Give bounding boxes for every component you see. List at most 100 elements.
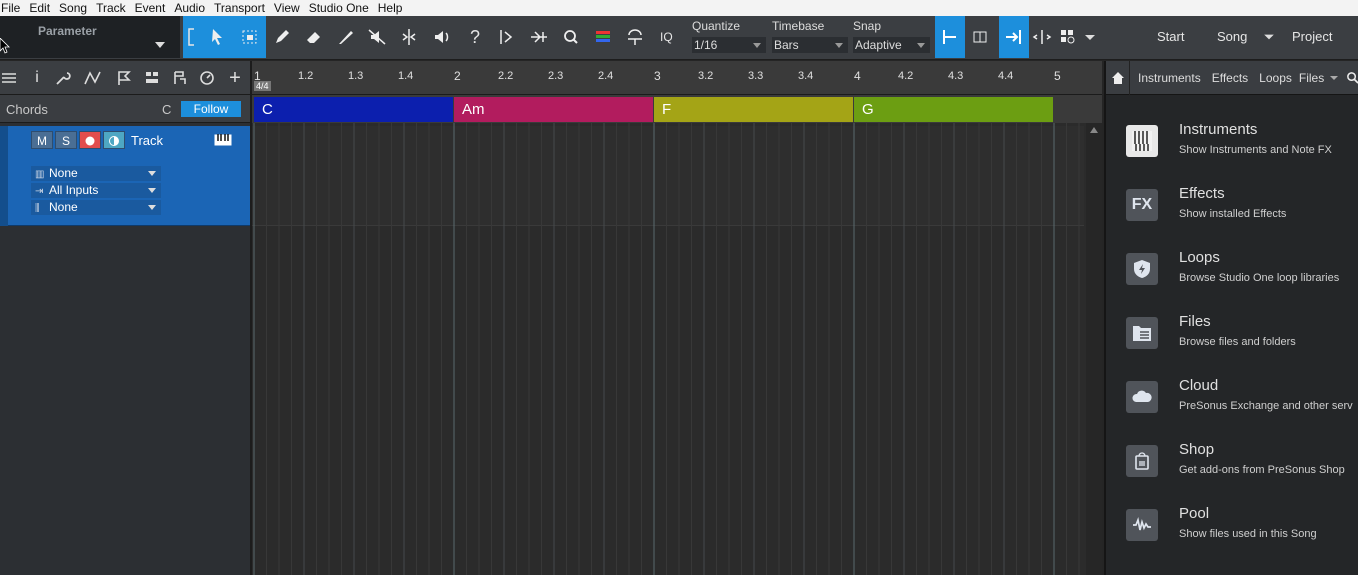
- piano-icon: [1126, 125, 1158, 157]
- wrench-icon[interactable]: [54, 69, 72, 87]
- menu-edit[interactable]: Edit: [23, 0, 50, 16]
- home-icon[interactable]: [1106, 60, 1130, 95]
- browser-item-subtitle: Show installed Effects: [1179, 208, 1287, 220]
- key-label[interactable]: C: [162, 102, 171, 117]
- autoscroll-button[interactable]: [999, 16, 1029, 58]
- browser-item-shop[interactable]: Shop Get add-ons from PreSonus Shop: [1106, 437, 1358, 501]
- ruler-tick: 4.2: [898, 70, 914, 82]
- bend-icon[interactable]: [526, 24, 552, 50]
- chord-track-icon[interactable]: [170, 69, 188, 87]
- scroll-up-icon[interactable]: [1090, 127, 1098, 133]
- monitor-button[interactable]: [103, 131, 125, 149]
- tab-effects[interactable]: Effects: [1212, 71, 1248, 85]
- menu-track[interactable]: Track: [90, 0, 126, 16]
- pencil-icon[interactable]: [269, 24, 295, 50]
- tempo-icon[interactable]: [198, 69, 216, 87]
- snap-grid-button[interactable]: [935, 16, 965, 58]
- shop-icon: [1126, 445, 1158, 477]
- browser-item-pool[interactable]: Pool Show files used in this Song: [1106, 501, 1358, 565]
- record-button[interactable]: [79, 131, 101, 149]
- chevron-down-icon[interactable]: [155, 42, 165, 48]
- transient-icon[interactable]: [494, 24, 520, 50]
- output-select[interactable]: ⫼ None: [31, 200, 161, 215]
- browser-item-instruments[interactable]: Instruments Show Instruments and Note FX: [1106, 117, 1358, 181]
- speaker-icon[interactable]: [429, 24, 455, 50]
- menu-studio-one[interactable]: Studio One: [303, 0, 369, 16]
- timebase-select[interactable]: Bars: [772, 37, 848, 53]
- chevron-down-icon[interactable]: [1329, 73, 1339, 83]
- tab-loops[interactable]: Loops: [1259, 71, 1292, 85]
- tab-files[interactable]: Files: [1299, 71, 1324, 85]
- browser-item-effects[interactable]: FX Effects Show installed Effects: [1106, 181, 1358, 245]
- paint-tool-icon[interactable]: [333, 24, 359, 50]
- layout-grid-icon[interactable]: [1055, 24, 1081, 50]
- mute-tool-icon[interactable]: [364, 24, 390, 50]
- menu-audio[interactable]: Audio: [168, 0, 205, 16]
- menu-view[interactable]: View: [268, 0, 300, 16]
- chords-label: Chords: [6, 102, 48, 117]
- chevron-down-icon[interactable]: [1080, 24, 1100, 50]
- split-tool-icon[interactable]: [396, 24, 422, 50]
- instrument-select[interactable]: ▥ None: [31, 166, 161, 181]
- chord-track-lane[interactable]: C Am F G: [252, 95, 1102, 123]
- keyboard-icon: [214, 134, 232, 146]
- browser-item-cloud[interactable]: Cloud PreSonus Exchange and other serv: [1106, 373, 1358, 437]
- search-icon[interactable]: [1346, 71, 1358, 84]
- parameter-field[interactable]: Parameter: [0, 16, 180, 58]
- browser-item-title: Pool: [1179, 505, 1210, 522]
- ruler-tick: 3.2: [698, 70, 714, 82]
- split-view-icon[interactable]: [1029, 24, 1055, 50]
- browser-item-loops[interactable]: Loops Browse Studio One loop libraries: [1106, 245, 1358, 309]
- menu-song[interactable]: Song: [53, 0, 87, 16]
- song-button[interactable]: Song: [1217, 24, 1247, 50]
- menu-event[interactable]: Event: [129, 0, 166, 16]
- cloud-icon: [1126, 381, 1158, 413]
- track-name[interactable]: Track: [131, 133, 163, 148]
- listen-icon[interactable]: [622, 24, 648, 50]
- mouse-cursor-icon: [0, 38, 10, 54]
- menu-help[interactable]: Help: [372, 0, 403, 16]
- vertical-scrollbar[interactable]: [1086, 123, 1102, 575]
- browser-item-title: Effects: [1179, 185, 1225, 202]
- chord-region-am[interactable]: Am: [454, 97, 653, 122]
- chord-region-c[interactable]: C: [254, 97, 453, 122]
- browser-item-subtitle: PreSonus Exchange and other serv: [1179, 400, 1353, 412]
- arrow-tool-icon[interactable]: [204, 24, 230, 50]
- browser-item-files[interactable]: Files Browse files and folders: [1106, 309, 1358, 373]
- follow-button[interactable]: Follow: [181, 101, 241, 117]
- automation-icon[interactable]: [84, 69, 102, 87]
- arranger-icon[interactable]: [143, 69, 161, 87]
- quantize-select[interactable]: 1/16: [692, 37, 766, 53]
- browser-item-title: Instruments: [1179, 121, 1258, 138]
- tab-instruments[interactable]: Instruments: [1138, 71, 1201, 85]
- input-select[interactable]: ⇥ All Inputs: [31, 183, 161, 198]
- track-header[interactable]: M S Track ▥ None ⇥ All Inputs ⫼ None: [0, 126, 250, 226]
- help-icon[interactable]: ?: [462, 24, 488, 50]
- solo-button[interactable]: S: [55, 131, 77, 149]
- color-icon[interactable]: [590, 24, 616, 50]
- range-tool-icon[interactable]: [237, 24, 263, 50]
- timeline-ruler[interactable]: 4/4 1 1.2 1.3 1.4 2 2.2 2.3 2.4 3 3.2 3.3 3.4 4 4.2 4.…: [252, 61, 1102, 95]
- list-icon[interactable]: [0, 69, 18, 87]
- snap-select[interactable]: Adaptive: [853, 37, 930, 53]
- snap-events-icon[interactable]: [967, 24, 993, 50]
- ruler-tick: 2: [454, 69, 461, 83]
- bracket-icon[interactable]: [184, 24, 198, 50]
- ruler-tick: 4.3: [948, 70, 964, 82]
- chord-region-g[interactable]: G: [854, 97, 1053, 122]
- eraser-icon[interactable]: [300, 24, 326, 50]
- chord-region-f[interactable]: F: [654, 97, 853, 122]
- menu-file[interactable]: File: [0, 0, 20, 16]
- start-button[interactable]: Start: [1157, 24, 1184, 50]
- menu-transport[interactable]: Transport: [208, 0, 265, 16]
- mute-button[interactable]: M: [31, 131, 53, 149]
- info-icon[interactable]: i: [28, 69, 46, 87]
- iq-button[interactable]: IQ: [660, 24, 673, 50]
- menu-bar: File Edit Song Track Event Audio Transpo…: [0, 0, 1358, 16]
- project-button[interactable]: Project: [1292, 24, 1332, 50]
- arrange-view[interactable]: 4/4 1 1.2 1.3 1.4 2 2.2 2.3 2.4 3 3.2 3.3 3.4 4 4.2 4.…: [250, 61, 1102, 575]
- add-track-icon[interactable]: +: [226, 67, 244, 89]
- chevron-down-icon[interactable]: [1261, 24, 1277, 50]
- zoom-icon[interactable]: [558, 24, 584, 50]
- marker-icon[interactable]: [115, 69, 133, 87]
